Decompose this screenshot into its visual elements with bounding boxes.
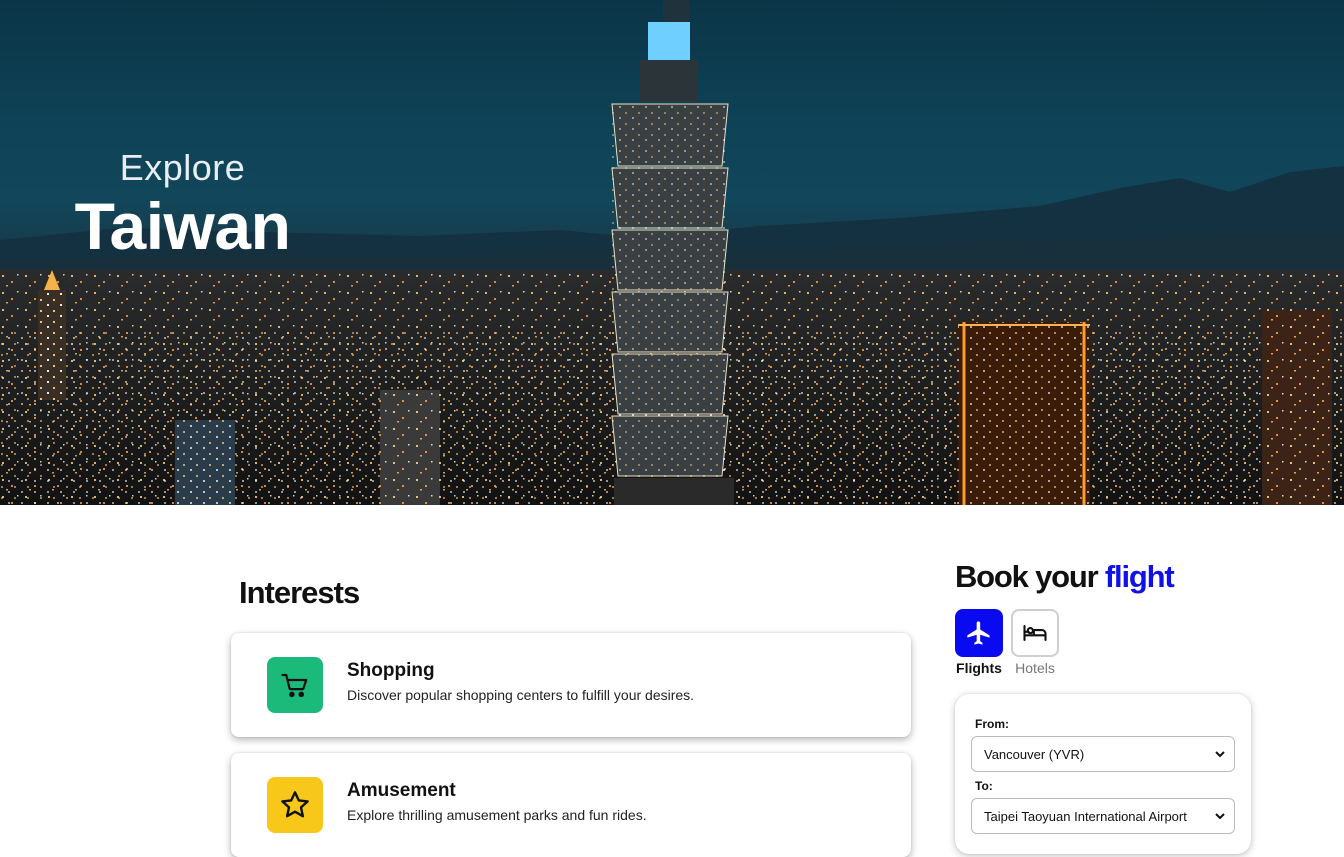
interests-heading: Interests (239, 575, 360, 610)
interest-description: Explore thrilling amusement parks and fu… (347, 807, 647, 823)
hero-title: Taiwan (74, 189, 291, 263)
interest-card-shopping[interactable]: Shopping Discover popular shopping cente… (231, 633, 911, 737)
flight-search-form: From: Vancouver (YVR) To: Taipei Taoyuan… (955, 694, 1251, 854)
booking-heading-accent: flight (1104, 559, 1175, 594)
chevron-down-icon (1215, 813, 1225, 820)
tab-hotels[interactable]: Hotels (1011, 609, 1059, 676)
from-select-value: Vancouver (YVR) (984, 746, 1085, 762)
hero-heading: Explore Taiwan (70, 150, 295, 261)
interest-description: Discover popular shopping centers to ful… (347, 687, 695, 703)
flights-label: Flights (956, 660, 1002, 676)
bed-icon (1023, 624, 1047, 642)
interest-card-amusement[interactable]: Amusement Explore thrilling amusement pa… (231, 753, 911, 857)
booking-heading-prefix: Book your (955, 559, 1099, 594)
flights-button[interactable] (955, 609, 1003, 657)
to-select-value: Taipei Taoyuan International Airport (984, 808, 1187, 824)
shopping-cart-icon (267, 657, 323, 713)
chevron-down-icon (1215, 751, 1225, 758)
from-label: From: (975, 717, 1009, 731)
interest-title: Shopping (347, 660, 435, 681)
hero-banner: Explore Taiwan (0, 0, 1344, 505)
tab-flights[interactable]: Flights (955, 609, 1003, 676)
hotels-button[interactable] (1011, 609, 1059, 657)
to-select[interactable]: Taipei Taoyuan International Airport (971, 798, 1235, 834)
interest-title: Amusement (347, 780, 456, 801)
booking-heading: Book your flight (955, 559, 1175, 595)
star-icon (267, 777, 323, 833)
to-label: To: (975, 779, 993, 793)
hero-subtitle: Explore (119, 147, 246, 188)
airplane-icon (967, 621, 990, 645)
hotels-label: Hotels (1015, 660, 1055, 676)
from-select[interactable]: Vancouver (YVR) (971, 736, 1235, 772)
